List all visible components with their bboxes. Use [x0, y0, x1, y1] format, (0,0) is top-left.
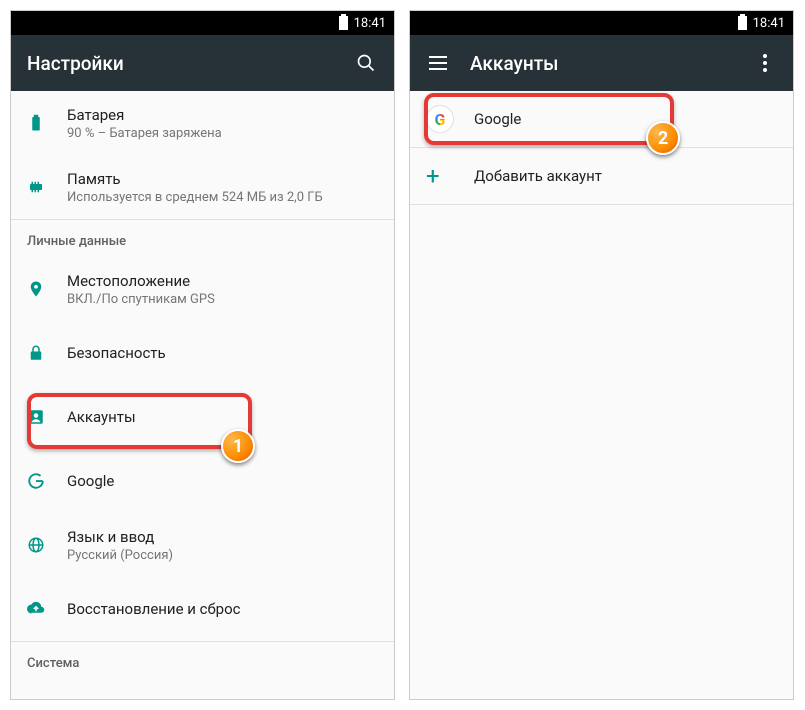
google-logo-icon: G — [426, 105, 474, 133]
phone-settings: 18:41 Настройки Батарея 90 % – Батарея з… — [10, 10, 395, 700]
location-icon — [27, 280, 67, 298]
row-label: Восстановление и сброс — [67, 600, 378, 618]
settings-list[interactable]: Батарея 90 % – Батарея заряжена Память И… — [11, 91, 394, 699]
row-language[interactable]: Язык и ввод Русский (Россия) — [11, 513, 394, 577]
row-backup[interactable]: Восстановление и сброс — [11, 577, 394, 641]
accounts-list[interactable]: G Google + Добавить аккаунт — [410, 91, 793, 699]
row-label: Местоположение — [67, 272, 378, 290]
more-button[interactable] — [753, 51, 777, 75]
section-personal: Личные данные — [11, 219, 394, 257]
status-bar: 18:41 — [410, 11, 793, 35]
battery-icon — [339, 16, 348, 30]
status-time: 18:41 — [354, 16, 386, 31]
row-label: Язык и ввод — [67, 528, 378, 546]
hamburger-icon — [429, 62, 447, 64]
phone-accounts: 18:41 Аккаунты G Google + Добавить аккау… — [409, 10, 794, 700]
row-google[interactable]: Google — [11, 449, 394, 513]
row-label: Батарея — [67, 106, 378, 124]
accounts-icon — [27, 408, 67, 426]
row-label: Google — [474, 110, 777, 128]
status-time: 18:41 — [753, 16, 785, 31]
row-label: Google — [67, 472, 378, 490]
backup-icon — [27, 600, 67, 618]
row-security[interactable]: Безопасность — [11, 321, 394, 385]
google-icon — [27, 472, 67, 490]
appbar-accounts: Аккаунты — [410, 35, 793, 91]
divider — [410, 204, 793, 205]
page-title: Аккаунты — [470, 52, 753, 75]
battery-icon — [738, 16, 747, 30]
row-label: Память — [67, 170, 378, 188]
status-bar: 18:41 — [11, 11, 394, 35]
menu-button[interactable] — [426, 51, 450, 75]
row-sub: Русский (Россия) — [67, 548, 378, 563]
globe-icon — [27, 536, 67, 554]
search-icon — [356, 53, 376, 73]
more-icon — [763, 54, 767, 72]
plus-icon: + — [426, 164, 474, 188]
row-label: Добавить аккаунт — [474, 167, 777, 185]
row-sub: 90 % – Батарея заряжена — [67, 126, 378, 141]
row-label: Аккаунты — [67, 408, 378, 426]
memory-icon — [27, 178, 67, 196]
row-battery[interactable]: Батарея 90 % – Батарея заряжена — [11, 91, 394, 155]
section-system: Система — [11, 641, 394, 679]
battery-icon — [27, 114, 67, 132]
appbar-settings: Настройки — [11, 35, 394, 91]
row-add-account[interactable]: + Добавить аккаунт — [410, 148, 793, 204]
row-accounts[interactable]: Аккаунты — [11, 385, 394, 449]
search-button[interactable] — [354, 51, 378, 75]
row-location[interactable]: Местоположение ВКЛ./По спутникам GPS — [11, 257, 394, 321]
row-account-google[interactable]: G Google — [410, 91, 793, 147]
page-title: Настройки — [27, 52, 354, 75]
row-sub: Используется в среднем 524 МБ из 2,0 ГБ — [67, 190, 378, 205]
row-label: Безопасность — [67, 344, 378, 362]
row-datetime[interactable]: Дата и время — [11, 679, 394, 699]
row-memory[interactable]: Память Используется в среднем 524 МБ из … — [11, 155, 394, 219]
row-sub: ВКЛ./По спутникам GPS — [67, 292, 378, 307]
lock-icon — [27, 344, 67, 362]
